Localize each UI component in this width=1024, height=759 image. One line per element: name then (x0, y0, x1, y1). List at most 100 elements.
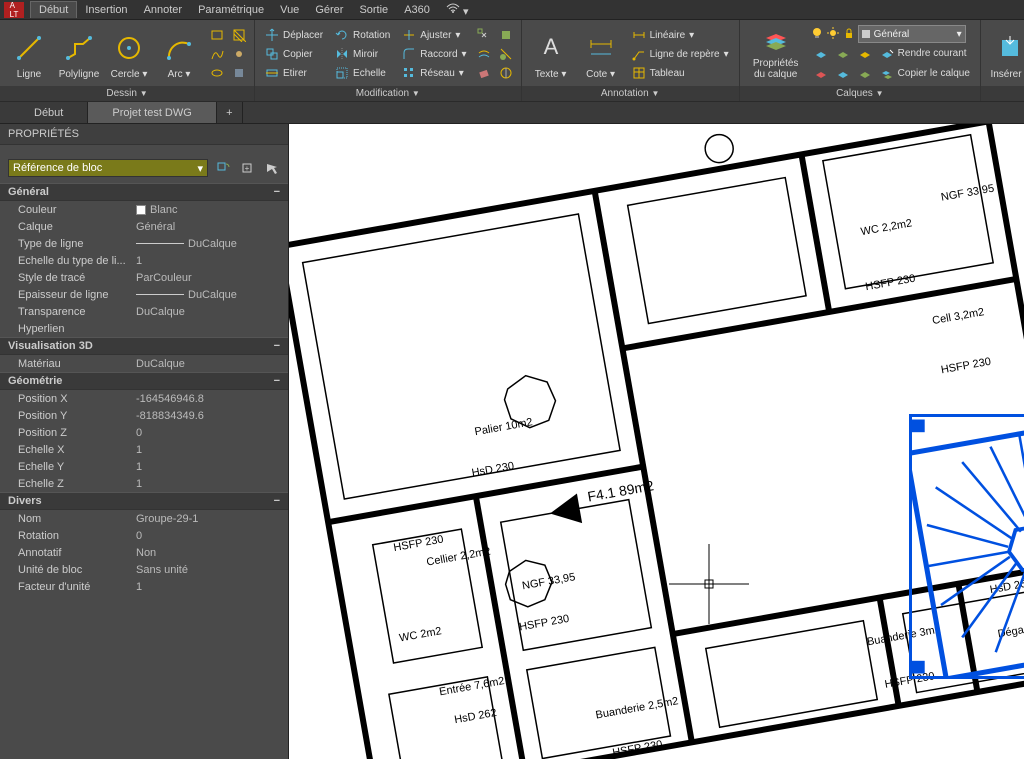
prop-styletrace[interactable]: Style de tracéParCouleur (0, 269, 288, 286)
prop-echy[interactable]: Echelle Y1 (0, 458, 288, 475)
dimension-button[interactable]: Cote ▾ (578, 24, 624, 82)
prop-couleur[interactable]: CouleurBlanc (0, 201, 288, 218)
layer-props-button[interactable]: Propriétés du calque (746, 24, 806, 82)
trim-button[interactable]: Ajuster ▾ (398, 26, 470, 45)
prop-annotatif[interactable]: AnnotatifNon (0, 544, 288, 561)
menu-parametrique[interactable]: Paramétrique (190, 2, 272, 18)
prop-calque[interactable]: CalqueGénéral (0, 218, 288, 235)
layer-btn-g1[interactable] (810, 44, 832, 63)
explode-icon[interactable] (475, 26, 493, 44)
menu-debut[interactable]: Début (30, 1, 77, 18)
stretch-button[interactable]: Etirer (261, 64, 327, 83)
prop-transparence[interactable]: TransparenceDuCalque (0, 303, 288, 320)
svg-text:WC 2,2m2: WC 2,2m2 (860, 217, 913, 238)
menu-annoter[interactable]: Annoter (136, 2, 191, 18)
drawing-canvas[interactable]: 96,3m WC 2,2m2 HSFP 230 NGF 33,95 Cell 3… (289, 124, 1024, 759)
lock-icon (842, 26, 856, 43)
linear-button[interactable]: Linéaire ▾ (628, 26, 733, 45)
selectobjects-icon[interactable] (262, 159, 280, 177)
layer-btn-h2[interactable] (832, 64, 854, 83)
prop-posx[interactable]: Position X-164546946.8 (0, 390, 288, 407)
line-button[interactable]: Ligne (6, 24, 52, 82)
hatch-icon[interactable] (230, 26, 248, 44)
layer-combo[interactable]: Général▾ (858, 25, 966, 43)
document-tabs: Début Projet test DWG + (0, 102, 1024, 124)
layer-btn-g2[interactable] (832, 44, 854, 63)
wifi-icon[interactable]: ▾ (438, 0, 477, 20)
prop-posz[interactable]: Position Z0 (0, 424, 288, 441)
svg-text:Cellier 2,2m2: Cellier 2,2m2 (426, 546, 492, 569)
fillet-button[interactable]: Raccord ▾ (398, 45, 470, 64)
prop-echelletype[interactable]: Echelle du type de li...1 (0, 252, 288, 269)
svg-text:A: A (543, 34, 558, 59)
selected-block[interactable] (909, 414, 1024, 679)
menu-gerer[interactable]: Gérer (307, 2, 351, 18)
rectangle-icon[interactable] (208, 26, 226, 44)
prop-facteur[interactable]: Facteur d'unité1 (0, 578, 288, 595)
table-button[interactable]: Tableau (628, 64, 733, 83)
prop-hyperlien[interactable]: Hyperlien (0, 320, 288, 337)
region-icon[interactable] (230, 64, 248, 82)
panel-label-annotation[interactable]: Annotation ▼ (522, 86, 739, 101)
insert-button[interactable]: Insérer ▾ (987, 24, 1024, 82)
layer-make-current-button[interactable]: Rendre courant (876, 44, 971, 63)
leader-button[interactable]: Ligne de repère ▾ (628, 45, 733, 64)
menu-a360[interactable]: A360 (396, 2, 438, 18)
crosshair-cursor (669, 544, 749, 624)
prop-unitebloc[interactable]: Unité de blocSans unité (0, 561, 288, 578)
erase-icon[interactable] (475, 64, 493, 82)
point-icon[interactable] (230, 45, 248, 63)
prop-echz[interactable]: Echelle Z1 (0, 475, 288, 492)
prop-echx[interactable]: Echelle X1 (0, 441, 288, 458)
array-button[interactable]: Réseau ▾ (398, 64, 470, 83)
arc-button[interactable]: Arc ▾ (156, 24, 202, 82)
tab-add[interactable]: + (217, 102, 243, 123)
layer-btn-h1[interactable] (810, 64, 832, 83)
prop-typeligne[interactable]: Type de ligneDuCalque (0, 235, 288, 252)
prop-rotation[interactable]: Rotation0 (0, 527, 288, 544)
prop-materiau[interactable]: MatériauDuCalque (0, 355, 288, 372)
polyline-button[interactable]: Polyligne (56, 24, 102, 82)
panel-calques: Propriétés du calque Général▾ Rendre cou… (740, 20, 981, 101)
tab-projet[interactable]: Projet test DWG (88, 102, 216, 123)
section-geom[interactable]: Géométrie− (0, 372, 288, 390)
panel-label-bloc[interactable]: Bloc ▼ (981, 86, 1024, 101)
mirror-button[interactable]: Miroir (331, 45, 394, 64)
section-divers[interactable]: Divers− (0, 492, 288, 510)
offset-icon[interactable] (475, 45, 493, 63)
quickselect-icon[interactable] (214, 159, 232, 177)
layer-btn-h3[interactable] (854, 64, 876, 83)
tab-debut[interactable]: Début (10, 102, 88, 123)
menu-vue[interactable]: Vue (272, 2, 307, 18)
prop-epaisseur[interactable]: Epaisseur de ligneDuCalque (0, 286, 288, 303)
object-type-combo[interactable]: Référence de bloc▾ (8, 159, 208, 177)
panel-label-dessin[interactable]: Dessin ▼ (0, 86, 254, 101)
prop-nom[interactable]: NomGroupe-29-1 (0, 510, 288, 527)
circle-button[interactable]: Cercle ▾ (106, 24, 152, 82)
tool3-icon[interactable] (497, 64, 515, 82)
section-general[interactable]: Général− (0, 183, 288, 201)
tool2-icon[interactable] (497, 45, 515, 63)
scale-button[interactable]: Echelle (331, 64, 394, 83)
move-button[interactable]: Déplacer (261, 26, 327, 45)
rotate-button[interactable]: Rotation (331, 26, 394, 45)
copy-button[interactable]: Copier (261, 45, 327, 64)
layer-copy-button[interactable]: Copier le calque (876, 64, 974, 83)
pickadd-icon[interactable]: + (238, 159, 256, 177)
sun-icon (826, 26, 840, 43)
panel-label-calques[interactable]: Calques ▼ (740, 86, 980, 101)
prop-posy[interactable]: Position Y-818834349.6 (0, 407, 288, 424)
menu-sortie[interactable]: Sortie (351, 2, 396, 18)
panel-dessin: Ligne Polyligne Cercle ▾ Arc ▾ (0, 20, 255, 101)
ellipse-icon[interactable] (208, 64, 226, 82)
spline-icon[interactable] (208, 45, 226, 63)
tool1-icon[interactable] (497, 26, 515, 44)
layer-btn-g3[interactable] (854, 44, 876, 63)
section-visu3d[interactable]: Visualisation 3D− (0, 337, 288, 355)
properties-title: PROPRIÉTÉS (0, 124, 288, 145)
svg-text:HsD 262: HsD 262 (453, 707, 497, 726)
panel-label-modification[interactable]: Modification ▼ (255, 86, 521, 101)
menu-insertion[interactable]: Insertion (77, 2, 135, 18)
text-button[interactable]: A Texte ▾ (528, 24, 574, 82)
menubar: ALT Début Insertion Annoter Paramétrique… (0, 0, 1024, 20)
